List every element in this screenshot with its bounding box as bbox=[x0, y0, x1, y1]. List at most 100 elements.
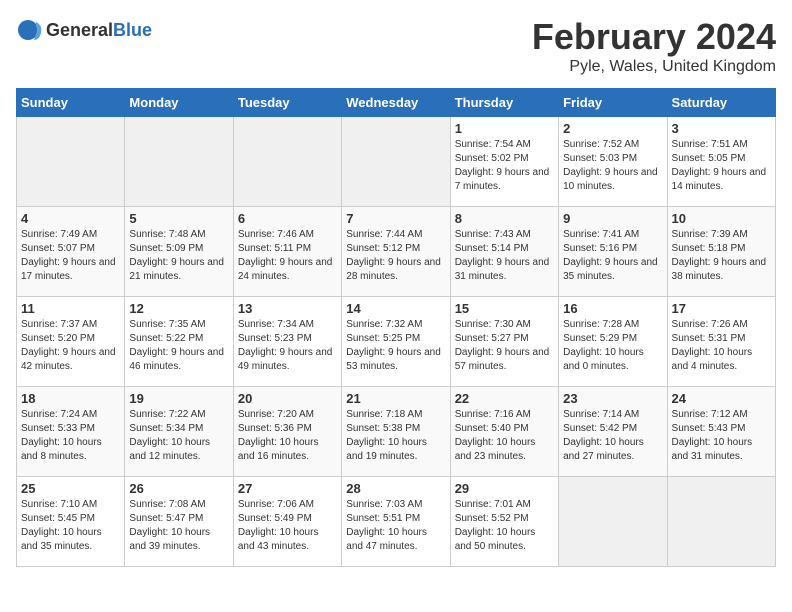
calendar-cell bbox=[342, 117, 450, 207]
calendar-cell bbox=[667, 477, 775, 567]
day-info: Sunrise: 7:24 AMSunset: 5:33 PMDaylight:… bbox=[21, 408, 120, 464]
calendar-cell: 17Sunrise: 7:26 AMSunset: 5:31 PMDayligh… bbox=[667, 297, 775, 387]
calendar-cell: 26 Sunrise: 7:08 AMSunset: 5:47 PMDayligh… bbox=[125, 477, 233, 567]
day-info: Sunrise: 7:18 AMSunset: 5:38 PMDaylight:… bbox=[346, 408, 445, 464]
day-info: Sunrise: 7:06 AMSunset: 5:49 PMDaylight:… bbox=[238, 498, 337, 554]
calendar-cell: 29 Sunrise: 7:01 AMSunset: 5:52 PMDayligh… bbox=[450, 477, 558, 567]
weekday-header-friday: Friday bbox=[559, 89, 667, 117]
calendar-cell: 22 Sunrise: 7:16 AMSunset: 5:40 PMDayligh… bbox=[450, 387, 558, 477]
calendar-cell: 25 Sunrise: 7:10 AMSunset: 5:45 PMDayligh… bbox=[17, 477, 125, 567]
calendar-cell: 15Sunrise: 7:30 AMSunset: 5:27 PMDayligh… bbox=[450, 297, 558, 387]
calendar-cell: 13 Sunrise: 7:34 AMSunset: 5:23 PMDayligh… bbox=[233, 297, 341, 387]
day-number: 12 bbox=[129, 301, 228, 316]
calendar-week-row: 1Sunrise: 7:54 AMSunset: 5:02 PMDaylight… bbox=[17, 117, 776, 207]
calendar-cell: 24 Sunrise: 7:12 AMSunset: 5:43 PMDayligh… bbox=[667, 387, 775, 477]
calendar-cell: 6 Sunrise: 7:46 AMSunset: 5:11 PMDaylight… bbox=[233, 207, 341, 297]
calendar-cell: 18 Sunrise: 7:24 AMSunset: 5:33 PMDayligh… bbox=[17, 387, 125, 477]
calendar-cell: 19 Sunrise: 7:22 AMSunset: 5:34 PMDayligh… bbox=[125, 387, 233, 477]
weekday-header-row: SundayMondayTuesdayWednesdayThursdayFrid… bbox=[17, 89, 776, 117]
weekday-header-wednesday: Wednesday bbox=[342, 89, 450, 117]
logo-icon bbox=[16, 16, 44, 44]
day-number: 5 bbox=[129, 211, 228, 226]
calendar-cell: 11 Sunrise: 7:37 AMSunset: 5:20 PMDayligh… bbox=[17, 297, 125, 387]
calendar-cell: 14 Sunrise: 7:32 AMSunset: 5:25 PMDayligh… bbox=[342, 297, 450, 387]
day-info: Sunrise: 7:08 AMSunset: 5:47 PMDaylight:… bbox=[129, 498, 228, 554]
day-number: 13 bbox=[238, 301, 337, 316]
day-number: 2 bbox=[563, 121, 662, 136]
day-number: 4 bbox=[21, 211, 120, 226]
day-info: Sunrise: 7:32 AMSunset: 5:25 PMDaylight:… bbox=[346, 318, 445, 374]
month-title: February 2024 bbox=[532, 16, 776, 58]
day-info: Sunrise: 7:10 AMSunset: 5:45 PMDaylight:… bbox=[21, 498, 120, 554]
calendar-cell: 8 Sunrise: 7:43 AMSunset: 5:14 PMDaylight… bbox=[450, 207, 558, 297]
calendar-cell: 10Sunrise: 7:39 AMSunset: 5:18 PMDayligh… bbox=[667, 207, 775, 297]
calendar-cell: 27 Sunrise: 7:06 AMSunset: 5:49 PMDayligh… bbox=[233, 477, 341, 567]
day-number: 7 bbox=[346, 211, 445, 226]
calendar-week-row: 18 Sunrise: 7:24 AMSunset: 5:33 PMDayligh… bbox=[17, 387, 776, 477]
day-info: Sunrise: 7:44 AMSunset: 5:12 PMDaylight:… bbox=[346, 228, 445, 284]
title-block: February 2024 Pyle, Wales, United Kingdo… bbox=[532, 16, 776, 76]
calendar-week-row: 25 Sunrise: 7:10 AMSunset: 5:45 PMDayligh… bbox=[17, 477, 776, 567]
day-number: 19 bbox=[129, 391, 228, 406]
weekday-header-saturday: Saturday bbox=[667, 89, 775, 117]
day-info: Sunrise: 7:37 AMSunset: 5:20 PMDaylight:… bbox=[21, 318, 120, 374]
day-number: 21 bbox=[346, 391, 445, 406]
day-number: 3 bbox=[672, 121, 771, 136]
day-info: Sunrise: 7:43 AMSunset: 5:14 PMDaylight:… bbox=[455, 228, 554, 284]
calendar-cell: 1Sunrise: 7:54 AMSunset: 5:02 PMDaylight… bbox=[450, 117, 558, 207]
day-info: Sunrise: 7:41 AMSunset: 5:16 PMDaylight:… bbox=[563, 228, 662, 284]
day-number: 26 bbox=[129, 481, 228, 496]
day-number: 25 bbox=[21, 481, 120, 496]
day-info: Sunrise: 7:49 AMSunset: 5:07 PMDaylight:… bbox=[21, 228, 120, 284]
day-info: Sunrise: 7:22 AMSunset: 5:34 PMDaylight:… bbox=[129, 408, 228, 464]
day-info: Sunrise: 7:26 AMSunset: 5:31 PMDaylight:… bbox=[672, 318, 771, 374]
day-info: Sunrise: 7:35 AMSunset: 5:22 PMDaylight:… bbox=[129, 318, 228, 374]
day-info: Sunrise: 7:20 AMSunset: 5:36 PMDaylight:… bbox=[238, 408, 337, 464]
calendar-cell bbox=[17, 117, 125, 207]
day-number: 24 bbox=[672, 391, 771, 406]
calendar-cell: 9Sunrise: 7:41 AMSunset: 5:16 PMDaylight… bbox=[559, 207, 667, 297]
day-info: Sunrise: 7:03 AMSunset: 5:51 PMDaylight:… bbox=[346, 498, 445, 554]
weekday-header-tuesday: Tuesday bbox=[233, 89, 341, 117]
calendar-cell: 4 Sunrise: 7:49 AMSunset: 5:07 PMDaylight… bbox=[17, 207, 125, 297]
day-number: 11 bbox=[21, 301, 120, 316]
logo-general-text: General bbox=[46, 20, 113, 40]
calendar-cell: 21 Sunrise: 7:18 AMSunset: 5:38 PMDayligh… bbox=[342, 387, 450, 477]
calendar-cell: 3 Sunrise: 7:51 AMSunset: 5:05 PMDaylight… bbox=[667, 117, 775, 207]
day-info: Sunrise: 7:34 AMSunset: 5:23 PMDaylight:… bbox=[238, 318, 337, 374]
location-title: Pyle, Wales, United Kingdom bbox=[532, 58, 776, 76]
day-info: Sunrise: 7:28 AMSunset: 5:29 PMDaylight:… bbox=[563, 318, 662, 374]
day-info: Sunrise: 7:12 AMSunset: 5:43 PMDaylight:… bbox=[672, 408, 771, 464]
weekday-header-monday: Monday bbox=[125, 89, 233, 117]
day-info: Sunrise: 7:51 AMSunset: 5:05 PMDaylight:… bbox=[672, 138, 771, 194]
logo-blue-text: Blue bbox=[113, 20, 152, 40]
day-number: 8 bbox=[455, 211, 554, 226]
day-info: Sunrise: 7:14 AMSunset: 5:42 PMDaylight:… bbox=[563, 408, 662, 464]
day-number: 29 bbox=[455, 481, 554, 496]
calendar-cell: 28Sunrise: 7:03 AMSunset: 5:51 PMDayligh… bbox=[342, 477, 450, 567]
day-number: 10 bbox=[672, 211, 771, 226]
day-number: 6 bbox=[238, 211, 337, 226]
day-info: Sunrise: 7:46 AMSunset: 5:11 PMDaylight:… bbox=[238, 228, 337, 284]
calendar-cell: 7 Sunrise: 7:44 AMSunset: 5:12 PMDaylight… bbox=[342, 207, 450, 297]
page-header: GeneralBlue February 2024 Pyle, Wales, U… bbox=[16, 16, 776, 76]
calendar-table: SundayMondayTuesdayWednesdayThursdayFrid… bbox=[16, 88, 776, 567]
calendar-cell bbox=[559, 477, 667, 567]
day-number: 14 bbox=[346, 301, 445, 316]
day-number: 23 bbox=[563, 391, 662, 406]
day-number: 27 bbox=[238, 481, 337, 496]
calendar-cell: 23 Sunrise: 7:14 AMSunset: 5:42 PMDayligh… bbox=[559, 387, 667, 477]
calendar-cell bbox=[233, 117, 341, 207]
calendar-week-row: 11 Sunrise: 7:37 AMSunset: 5:20 PMDayligh… bbox=[17, 297, 776, 387]
day-number: 18 bbox=[21, 391, 120, 406]
calendar-cell: 16 Sunrise: 7:28 AMSunset: 5:29 PMDayligh… bbox=[559, 297, 667, 387]
day-number: 22 bbox=[455, 391, 554, 406]
day-info: Sunrise: 7:01 AMSunset: 5:52 PMDaylight:… bbox=[455, 498, 554, 554]
day-number: 20 bbox=[238, 391, 337, 406]
day-info: Sunrise: 7:16 AMSunset: 5:40 PMDaylight:… bbox=[455, 408, 554, 464]
weekday-header-sunday: Sunday bbox=[17, 89, 125, 117]
day-info: Sunrise: 7:48 AMSunset: 5:09 PMDaylight:… bbox=[129, 228, 228, 284]
day-number: 16 bbox=[563, 301, 662, 316]
weekday-header-thursday: Thursday bbox=[450, 89, 558, 117]
calendar-cell: 20 Sunrise: 7:20 AMSunset: 5:36 PMDayligh… bbox=[233, 387, 341, 477]
